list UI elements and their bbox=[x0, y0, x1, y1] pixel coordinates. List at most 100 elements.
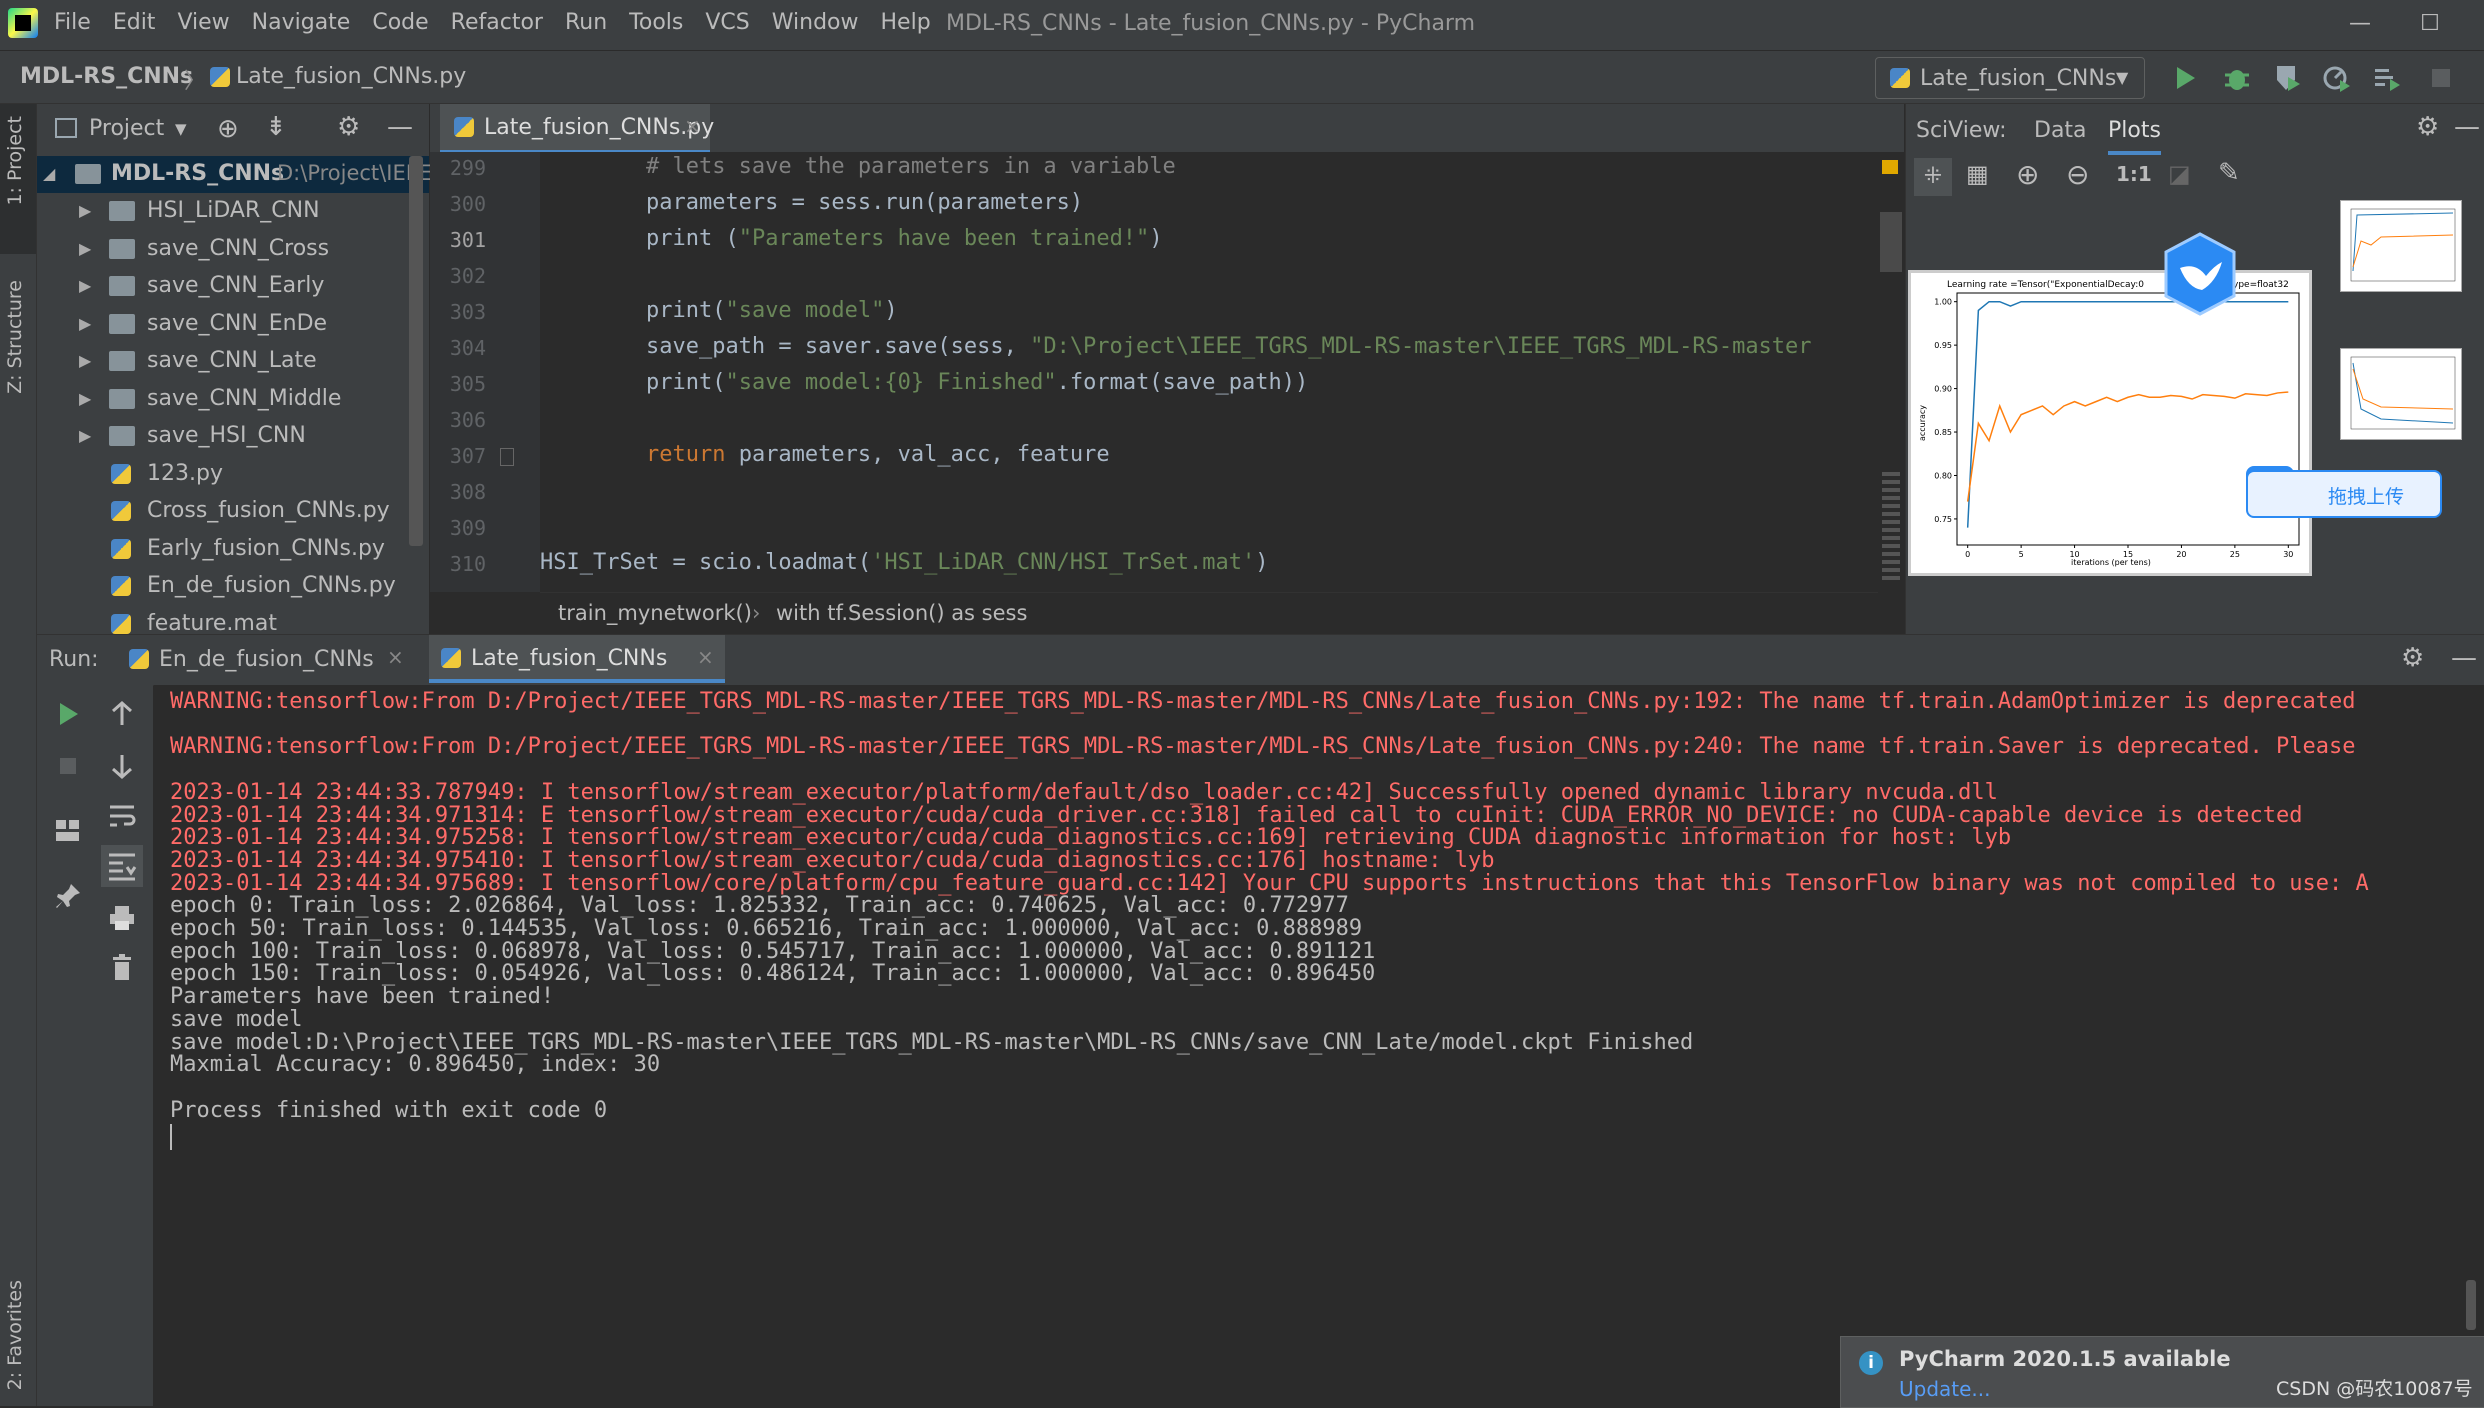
gear-icon[interactable]: ⚙ bbox=[337, 112, 360, 142]
debug-icon[interactable] bbox=[2222, 63, 2252, 93]
stop-icon[interactable] bbox=[53, 751, 83, 781]
chevron-down-icon[interactable]: ▼ bbox=[175, 120, 187, 138]
locate-icon[interactable]: ⊕ bbox=[217, 114, 239, 144]
expand-arrow-icon[interactable]: ▶ bbox=[79, 351, 91, 370]
maximize-button[interactable]: ☐ bbox=[2410, 6, 2450, 42]
plot-toolbar: ⁜ ▦ ⊕ ⊖ 1:1 ◪ ✎ bbox=[1906, 154, 2484, 204]
structure-tool-button[interactable]: Z: Structure bbox=[4, 280, 26, 394]
fit-image-icon[interactable]: ◪ bbox=[2168, 160, 2191, 188]
plot-thumbnail-1[interactable] bbox=[2340, 200, 2462, 292]
close-icon[interactable]: × bbox=[387, 645, 404, 669]
menu-file[interactable]: File bbox=[54, 10, 91, 35]
plot-image[interactable]: Learning rate =Tensor("ExponentialDecay:… bbox=[1908, 270, 2312, 576]
plot-thumbnail-2[interactable] bbox=[2340, 348, 2462, 440]
zoom-in-icon[interactable]: ⊕ bbox=[2016, 158, 2039, 191]
crumb-function[interactable]: train_mynetwork() bbox=[558, 601, 752, 625]
sciview-tab-plots[interactable]: Plots bbox=[2108, 118, 2161, 155]
concurrency-icon[interactable] bbox=[2372, 63, 2402, 93]
print-icon[interactable] bbox=[107, 903, 137, 933]
collapse-all-icon[interactable]: ⇟ bbox=[265, 112, 287, 142]
gear-icon[interactable]: ⚙ bbox=[2401, 643, 2424, 673]
run-configuration-select[interactable]: Late_fusion_CNNs ▼ bbox=[1875, 57, 2145, 99]
minimize-button[interactable]: — bbox=[2340, 6, 2380, 42]
editor-scrollbar[interactable] bbox=[1878, 152, 1904, 592]
menu-code[interactable]: Code bbox=[372, 10, 428, 35]
menu-vcs[interactable]: VCS bbox=[705, 10, 749, 35]
project-view-label[interactable]: Project bbox=[89, 116, 164, 141]
run-tab-en-de[interactable]: En_de_fusion_CNNs × bbox=[129, 635, 419, 683]
drag-upload-button[interactable]: 拖拽上传 bbox=[2246, 470, 2442, 518]
run-with-coverage-icon[interactable] bbox=[2272, 63, 2302, 93]
zoom-out-icon[interactable]: ⊖ bbox=[2066, 158, 2089, 191]
console-scrollbar[interactable] bbox=[2466, 1280, 2476, 1330]
soft-wrap-icon[interactable] bbox=[107, 801, 137, 831]
expand-arrow-icon[interactable]: ▶ bbox=[79, 389, 91, 408]
menu-run[interactable]: Run bbox=[565, 10, 607, 35]
tree-item[interactable]: ▶ save_CNN_Cross bbox=[37, 231, 429, 268]
actual-size-button[interactable]: 1:1 bbox=[2116, 162, 2152, 186]
x-tick-label: 25 bbox=[2230, 550, 2240, 559]
menu-view[interactable]: View bbox=[177, 10, 229, 35]
code-editor[interactable]: # lets save the parameters in a variable… bbox=[540, 152, 1878, 592]
gear-icon[interactable]: ⚙ bbox=[2416, 112, 2439, 142]
tree-item[interactable]: ▶ save_CNN_Middle bbox=[37, 381, 429, 418]
menu-tools[interactable]: Tools bbox=[629, 10, 683, 35]
run-console[interactable]: WARNING:tensorflow:From D:/Project/IEEE_… bbox=[154, 685, 2484, 1406]
breadcrumb-file[interactable]: Late_fusion_CNNs.py bbox=[210, 64, 466, 89]
breadcrumb-project[interactable]: MDL-RS_CNNs bbox=[20, 64, 193, 89]
stop-icon[interactable] bbox=[2426, 63, 2456, 93]
crumb-block[interactable]: with tf.Session() as sess bbox=[776, 601, 1027, 625]
run-tab-late[interactable]: Late_fusion_CNNs × bbox=[429, 635, 725, 683]
arrow-down-icon[interactable] bbox=[107, 751, 137, 781]
tree-item[interactable]: ▶ save_CNN_Late bbox=[37, 343, 429, 380]
menu-help[interactable]: Help bbox=[881, 10, 931, 35]
trash-icon[interactable] bbox=[107, 953, 137, 983]
arrow-up-icon[interactable] bbox=[107, 699, 137, 729]
scroll-thumb[interactable] bbox=[1880, 212, 1902, 272]
expand-arrow-icon[interactable]: ▶ bbox=[79, 426, 91, 445]
fold-marker-icon[interactable] bbox=[500, 448, 514, 466]
floating-assistant-icon[interactable] bbox=[2162, 232, 2238, 316]
sciview-tab-data[interactable]: Data bbox=[2034, 118, 2087, 143]
project-tool-button[interactable]: 1: Project bbox=[0, 104, 36, 254]
close-icon[interactable]: × bbox=[697, 645, 714, 669]
profile-icon[interactable] bbox=[2322, 63, 2352, 93]
grid-icon[interactable]: ▦ bbox=[1966, 160, 1989, 188]
editor-tab-active[interactable]: Late_fusion_CNNs.py × bbox=[440, 104, 714, 154]
tree-item[interactable]: Early_fusion_CNNs.py bbox=[37, 531, 429, 568]
hide-panel-icon[interactable]: — bbox=[387, 112, 413, 142]
run-icon[interactable] bbox=[2170, 63, 2200, 93]
tree-item[interactable]: ▶ save_CNN_EnDe bbox=[37, 306, 429, 343]
expand-arrow-icon[interactable]: ▶ bbox=[79, 239, 91, 258]
tree-root[interactable]: ◢ MDL-RS_CNNs D:\Project\IEEE bbox=[37, 156, 432, 193]
tree-item-label: feature.mat bbox=[147, 610, 277, 636]
update-link[interactable]: Update... bbox=[1899, 1377, 1991, 1401]
tree-item[interactable]: 123.py bbox=[37, 456, 429, 493]
color-picker-icon[interactable]: ✎ bbox=[2218, 158, 2240, 188]
pin-icon[interactable] bbox=[53, 881, 83, 911]
menu-window[interactable]: Window bbox=[772, 10, 859, 35]
menu-edit[interactable]: Edit bbox=[113, 10, 156, 35]
tree-item[interactable]: ▶ save_HSI_CNN bbox=[37, 418, 429, 455]
x-tick-label: 5 bbox=[2019, 550, 2024, 559]
layout-icon[interactable] bbox=[53, 815, 83, 845]
tree-item[interactable]: ▶ HSI_LiDAR_CNN bbox=[37, 193, 429, 230]
hide-panel-icon[interactable]: — bbox=[2454, 112, 2480, 142]
rerun-icon[interactable] bbox=[53, 699, 83, 729]
favorites-tool-button[interactable]: 2: Favorites bbox=[4, 1280, 26, 1390]
expand-arrow-icon[interactable]: ▶ bbox=[79, 314, 91, 333]
line-number: 302 bbox=[449, 264, 486, 288]
tree-item[interactable]: Cross_fusion_CNNs.py bbox=[37, 493, 429, 530]
tree-item[interactable]: En_de_fusion_CNNs.py bbox=[37, 568, 429, 605]
tree-item[interactable]: ▶ save_CNN_Early bbox=[37, 268, 429, 305]
run-panel-header: Run: En_de_fusion_CNNs × Late_fusion_CNN… bbox=[37, 634, 2484, 686]
menu-refactor[interactable]: Refactor bbox=[451, 10, 543, 35]
fit-view-icon[interactable]: ⁜ bbox=[1914, 158, 1952, 196]
close-icon[interactable]: × bbox=[684, 114, 701, 138]
menu-navigate[interactable]: Navigate bbox=[252, 10, 351, 35]
expand-arrow-icon[interactable]: ▶ bbox=[79, 276, 91, 295]
expand-arrow-icon[interactable]: ▶ bbox=[79, 201, 91, 220]
hide-panel-icon[interactable]: — bbox=[2451, 643, 2477, 673]
scroll-to-end-button[interactable] bbox=[101, 845, 143, 887]
project-scrollbar[interactable] bbox=[409, 156, 423, 546]
